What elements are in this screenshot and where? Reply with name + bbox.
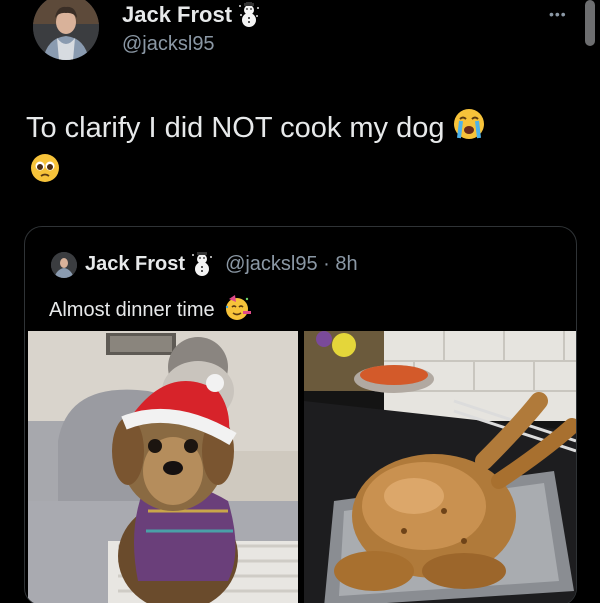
tweet-text-row: To clarify I did NOT cook my dog [26,108,485,148]
quoted-author-name: Jack Frost [85,252,186,275]
author-avatar[interactable] [33,0,99,60]
roast-chicken-photo[interactable] [304,331,576,603]
quoted-author-avatar[interactable] [51,252,77,278]
dog-photo[interactable] [28,331,298,603]
loudly-crying-face-icon [453,108,485,148]
quoted-author-row[interactable]: Jack Frost @jacksl95 · 8h [85,251,358,277]
author-name[interactable]: Jack Frost [122,0,260,28]
more-options-icon[interactable]: ••• [549,6,567,22]
pleading-face-icon [30,153,60,188]
snowman-icon [238,0,260,28]
author-handle[interactable]: @jacksl95 [122,33,215,56]
quoted-text: Almost dinner time [49,298,215,321]
author-name-label: Jack Frost [122,2,233,27]
quoted-handle-time: @jacksl95 · 8h [225,252,358,275]
partying-face-icon [223,293,251,327]
scrollbar-thumb[interactable] [585,0,595,46]
snowman-icon [191,251,213,277]
quoted-text-row: Almost dinner time [49,293,251,327]
quoted-tweet-card[interactable]: Jack Frost @jacksl95 · 8h Almost dinner … [24,226,577,603]
tweet-text: To clarify I did NOT cook my dog [26,111,445,144]
